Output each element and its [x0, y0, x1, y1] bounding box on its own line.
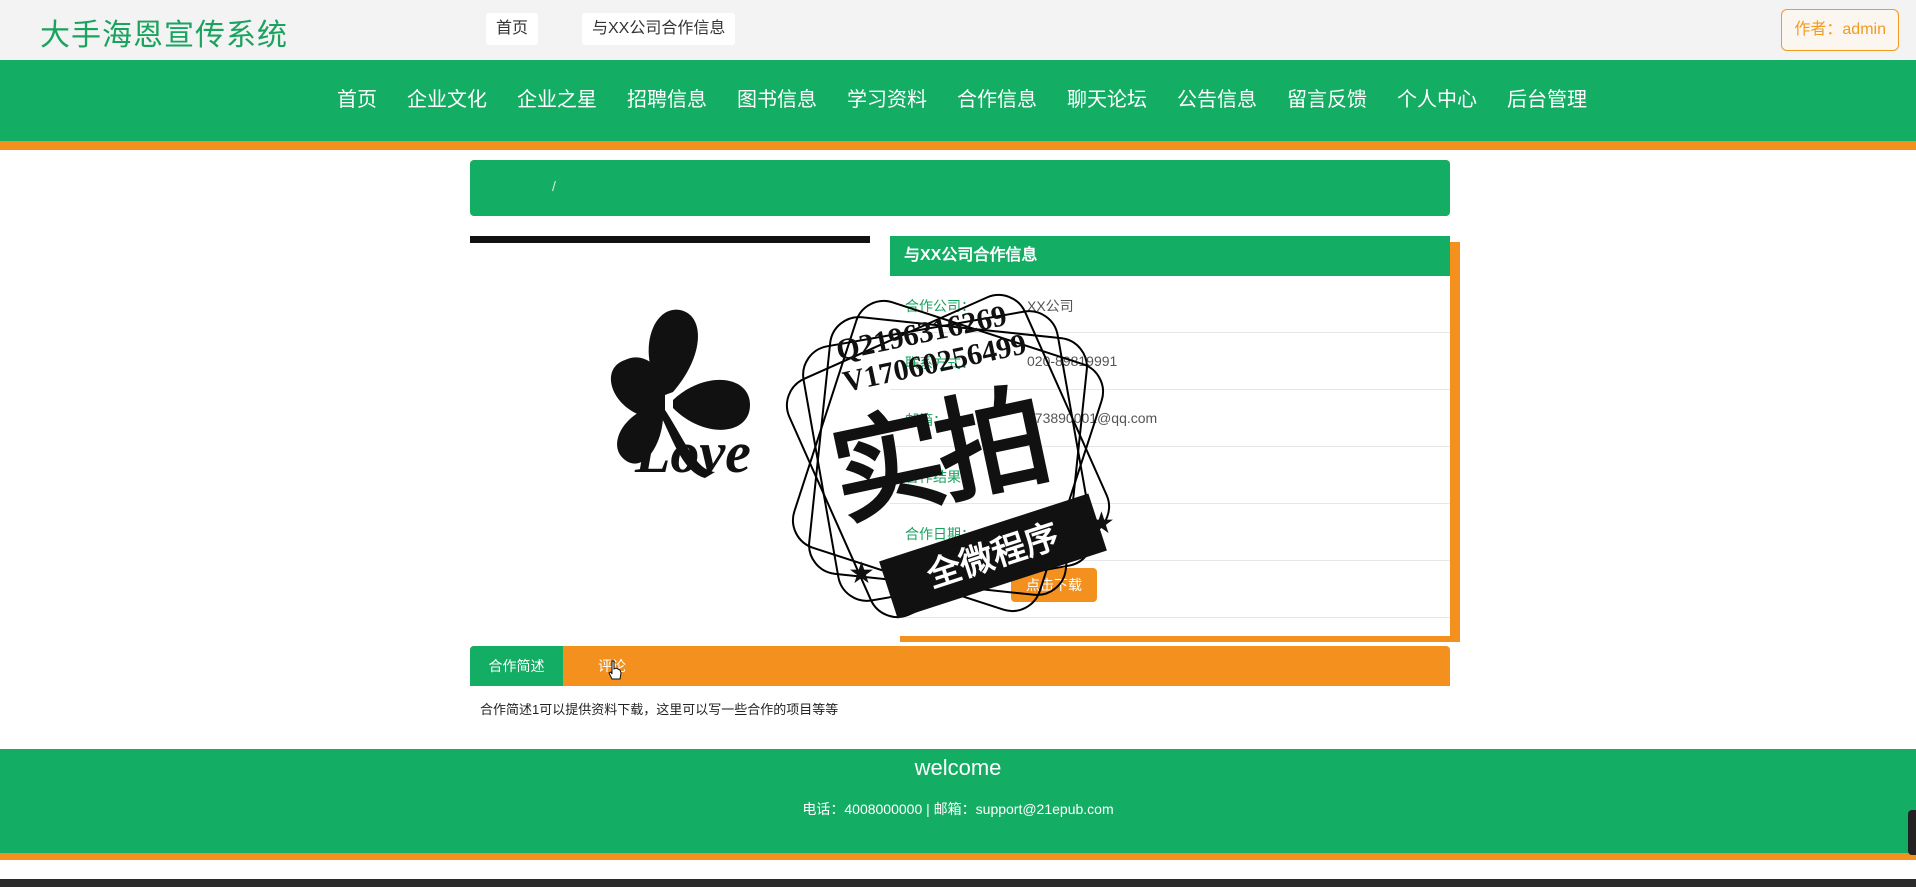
image-caption: Love	[634, 420, 751, 485]
breadcrumb	[470, 160, 1450, 216]
nav-item-profile[interactable]: 个人中心	[1382, 60, 1492, 141]
main-nav: 首页 企业文化 企业之星 招聘信息 图书信息 学习资料 合作信息 聊天论坛 公告…	[0, 60, 1916, 141]
watermark-stamp: Q2196316269 V17060256499 实拍 全微程序 ★ ★	[748, 256, 1168, 676]
cooperation-description: 合作简述1可以提供资料下载，这里可以写一些合作的项目等等	[480, 702, 839, 717]
nav-item-feedback[interactable]: 留言反馈	[1272, 60, 1382, 141]
bottom-bar	[0, 879, 1916, 887]
tab-description[interactable]: 合作简述	[470, 646, 563, 686]
nav-item-forum[interactable]: 聊天论坛	[1052, 60, 1162, 141]
nav-item-study[interactable]: 学习资料	[832, 60, 942, 141]
hand-cursor-icon	[608, 660, 622, 680]
breadcrumb-separator: /	[552, 178, 556, 194]
footer-accent-stripe	[0, 853, 1916, 860]
nav-item-culture[interactable]: 企业文化	[392, 60, 502, 141]
nav-item-home[interactable]: 首页	[322, 60, 392, 141]
nav-item-books[interactable]: 图书信息	[722, 60, 832, 141]
nav-item-star[interactable]: 企业之星	[502, 60, 612, 141]
footer-contact: 电话：4008000000 | 邮箱：support@21epub.com	[802, 801, 1114, 817]
nav-item-notice[interactable]: 公告信息	[1162, 60, 1272, 141]
nav-item-recruit[interactable]: 招聘信息	[612, 60, 722, 141]
side-float-tab[interactable]	[1908, 810, 1916, 855]
star-icon: ★	[848, 557, 875, 590]
image-top-line	[470, 236, 870, 243]
star-icon: ★	[1088, 507, 1115, 540]
top-bar: 大手海恩宣传系统 作者：admin	[0, 0, 1916, 60]
nav-item-cooperation[interactable]: 合作信息	[942, 60, 1052, 141]
nav-accent-stripe	[0, 141, 1916, 150]
nav-item-admin[interactable]: 后台管理	[1492, 60, 1602, 141]
footer-title: welcome	[914, 755, 1002, 780]
footer: welcome 电话：4008000000 | 邮箱：support@21epu…	[0, 749, 1916, 853]
author-button[interactable]: 作者：admin	[1781, 9, 1899, 51]
breadcrumb-home[interactable]: 首页	[486, 13, 539, 45]
site-title[interactable]: 大手海恩宣传系统	[40, 10, 288, 54]
breadcrumb-current[interactable]: 与XX公司合作信息	[582, 13, 736, 45]
